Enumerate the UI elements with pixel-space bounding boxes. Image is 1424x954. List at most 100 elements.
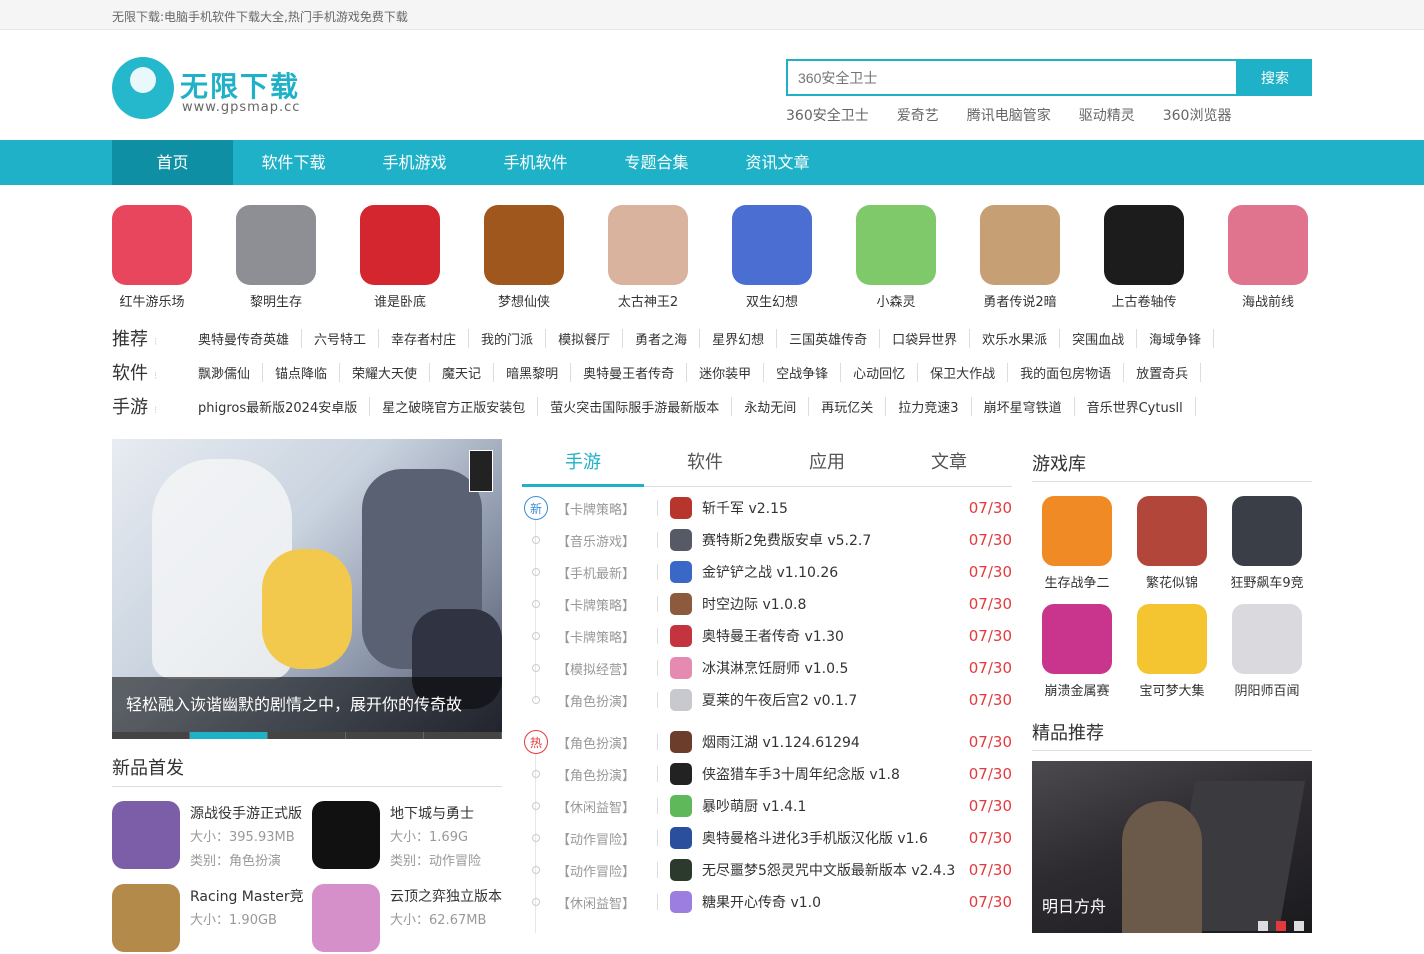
row-title[interactable]: 奥特曼王者传奇 v1.30 xyxy=(702,626,964,646)
app-name[interactable]: 云顶之弈独立版本 xyxy=(390,886,502,906)
game-name[interactable]: 谁是卧底 xyxy=(360,291,440,310)
row-title[interactable]: 赛特斯2免费版安卓 v5.2.7 xyxy=(702,530,964,550)
row-category[interactable]: 【动作冒险】 xyxy=(557,829,657,848)
list-row[interactable]: 【动作冒险】 无尽噩梦5怨灵咒中文版最新版本 v2.4.3 07/30 xyxy=(522,854,1012,886)
row-title[interactable]: 斩千军 v2.15 xyxy=(702,498,964,518)
row-app-icon[interactable] xyxy=(670,891,692,913)
game-tile[interactable]: 海战前线 xyxy=(1228,205,1352,310)
tag-link[interactable]: 荣耀大天使 xyxy=(340,362,431,382)
game-tile[interactable]: 双生幻想 xyxy=(732,205,856,310)
new-release-item[interactable]: 地下城与勇士 大小：1.69G 类别：动作冒险 xyxy=(312,801,502,871)
row-category[interactable]: 【角色扮演】 xyxy=(557,765,657,784)
row-category[interactable]: 【模拟经营】 xyxy=(557,659,657,678)
banner-dot[interactable] xyxy=(268,732,346,739)
game-name[interactable]: 红牛游乐场 xyxy=(112,291,192,310)
row-title[interactable]: 烟雨江湖 v1.124.61294 xyxy=(702,732,964,752)
library-game-icon[interactable] xyxy=(1137,496,1207,566)
search-button[interactable]: 搜索 xyxy=(1238,59,1312,96)
library-game-icon[interactable] xyxy=(1042,604,1112,674)
tab[interactable]: 文章 xyxy=(888,448,1010,474)
row-app-icon[interactable] xyxy=(670,689,692,711)
tag-link[interactable]: 三国英雄传奇 xyxy=(777,328,881,348)
tag-link[interactable]: 六号特工 xyxy=(302,328,380,348)
game-name[interactable]: 梦想仙侠 xyxy=(484,291,564,310)
tag-link[interactable]: 暗黑黎明 xyxy=(494,362,572,382)
game-icon[interactable] xyxy=(856,205,936,285)
tag-link[interactable]: 锚点降临 xyxy=(263,362,341,382)
library-game[interactable]: 阴阳师百闻 xyxy=(1222,604,1312,699)
featured-dot[interactable] xyxy=(1258,921,1268,931)
row-app-icon[interactable] xyxy=(670,561,692,583)
tag-link[interactable]: 空战争锋 xyxy=(764,362,842,382)
banner-dot[interactable] xyxy=(112,732,190,739)
row-title[interactable]: 侠盗猎车手3十周年纪念版 v1.8 xyxy=(702,764,964,784)
library-game[interactable]: 繁花似锦 xyxy=(1127,496,1217,591)
tag-link[interactable]: 勇者之海 xyxy=(623,328,701,348)
app-name[interactable]: Racing Master竞 xyxy=(190,886,304,906)
featured-dot[interactable] xyxy=(1294,921,1304,931)
row-category[interactable]: 【卡牌策略】 xyxy=(557,595,657,614)
app-name[interactable]: 地下城与勇士 xyxy=(390,803,474,823)
tab[interactable]: 软件 xyxy=(644,448,766,474)
row-app-icon[interactable] xyxy=(670,763,692,785)
tag-link[interactable]: 我的门派 xyxy=(469,328,547,348)
game-tile[interactable]: 谁是卧底 xyxy=(360,205,484,310)
logo-text[interactable]: 无限下载 xyxy=(180,65,300,105)
row-title[interactable]: 时空边际 v1.0.8 xyxy=(702,594,964,614)
library-game-icon[interactable] xyxy=(1137,604,1207,674)
tag-link[interactable]: 拉力竞速3 xyxy=(886,396,972,416)
banner-dot[interactable] xyxy=(424,732,502,739)
library-game-name[interactable]: 生存战争二 xyxy=(1032,572,1122,591)
tag-link[interactable]: 再玩亿关 xyxy=(809,396,887,416)
library-game-name[interactable]: 崩溃金属赛 xyxy=(1032,680,1122,699)
row-category[interactable]: 【休闲益智】 xyxy=(557,893,657,912)
app-name[interactable]: 源战役手游正式版 xyxy=(190,803,302,823)
row-category[interactable]: 【卡牌策略】 xyxy=(557,627,657,646)
tag-link[interactable]: 模拟餐厅 xyxy=(546,328,624,348)
row-category[interactable]: 【动作冒险】 xyxy=(557,861,657,880)
list-row[interactable]: 【模拟经营】 冰淇淋烹饪厨师 v1.0.5 07/30 xyxy=(522,652,1012,684)
game-icon[interactable] xyxy=(112,205,192,285)
app-icon[interactable] xyxy=(112,884,180,952)
game-name[interactable]: 上古卷轴传 xyxy=(1104,291,1184,310)
game-tile[interactable]: 红牛游乐场 xyxy=(112,205,236,310)
tag-link[interactable]: 魔天记 xyxy=(430,362,495,382)
tag-link[interactable]: 永劫无间 xyxy=(732,396,810,416)
game-name[interactable]: 黎明生存 xyxy=(236,291,316,310)
row-app-icon[interactable] xyxy=(670,529,692,551)
app-icon[interactable] xyxy=(312,801,380,869)
list-row[interactable]: 【休闲益智】 暴吵萌厨 v1.4.1 07/30 xyxy=(522,790,1012,822)
row-title[interactable]: 冰淇淋烹饪厨师 v1.0.5 xyxy=(702,658,964,678)
list-row[interactable]: 【动作冒险】 奥特曼格斗进化3手机版汉化版 v1.6 07/30 xyxy=(522,822,1012,854)
new-release-item[interactable]: Racing Master竞 大小：1.90GB xyxy=(112,884,304,954)
tag-link[interactable]: 音乐世界Cytusll xyxy=(1075,396,1196,416)
hot-link[interactable]: 360安全卫士 xyxy=(786,105,869,125)
tag-link[interactable]: 崩坏星穹铁道 xyxy=(972,396,1075,416)
hot-link[interactable]: 驱动精灵 xyxy=(1079,105,1135,125)
game-icon[interactable] xyxy=(608,205,688,285)
nav-item[interactable]: 资讯文章 xyxy=(717,140,838,185)
new-release-item[interactable]: 源战役手游正式版 大小：395.93MB 类别：角色扮演 xyxy=(112,801,302,871)
tag-link[interactable]: 口袋异世界 xyxy=(880,328,971,348)
featured-banner[interactable]: 明日方舟 xyxy=(1032,761,1312,933)
row-title[interactable]: 无尽噩梦5怨灵咒中文版最新版本 v2.4.3 xyxy=(702,860,964,880)
hot-link[interactable]: 腾讯电脑管家 xyxy=(967,105,1051,125)
list-row[interactable]: 【音乐游戏】 赛特斯2免费版安卓 v5.2.7 07/30 xyxy=(522,524,1012,556)
banner-slider[interactable]: 轻松融入诙谐幽默的剧情之中，展开你的传奇故 xyxy=(112,439,502,739)
game-name[interactable]: 双生幻想 xyxy=(732,291,812,310)
list-row[interactable]: 【卡牌策略】 奥特曼王者传奇 v1.30 07/30 xyxy=(522,620,1012,652)
tag-link[interactable]: 放置奇兵 xyxy=(1124,362,1202,382)
tag-link[interactable]: phigros最新版2024安卓版 xyxy=(198,396,371,416)
library-game[interactable]: 崩溃金属赛 xyxy=(1032,604,1122,699)
game-name[interactable]: 海战前线 xyxy=(1228,291,1308,310)
game-name[interactable]: 小森灵 xyxy=(856,291,936,310)
row-category[interactable]: 【休闲益智】 xyxy=(557,797,657,816)
tag-link[interactable]: 奥特曼王者传奇 xyxy=(571,362,688,382)
app-icon[interactable] xyxy=(112,801,180,869)
tag-link[interactable]: 星界幻想 xyxy=(700,328,778,348)
game-icon[interactable] xyxy=(236,205,316,285)
tag-link[interactable]: 飘渺儒仙 xyxy=(198,362,264,382)
banner-caption[interactable]: 轻松融入诙谐幽默的剧情之中，展开你的传奇故 xyxy=(112,677,502,732)
row-title[interactable]: 暴吵萌厨 v1.4.1 xyxy=(702,796,964,816)
nav-item[interactable]: 手机软件 xyxy=(475,140,596,185)
